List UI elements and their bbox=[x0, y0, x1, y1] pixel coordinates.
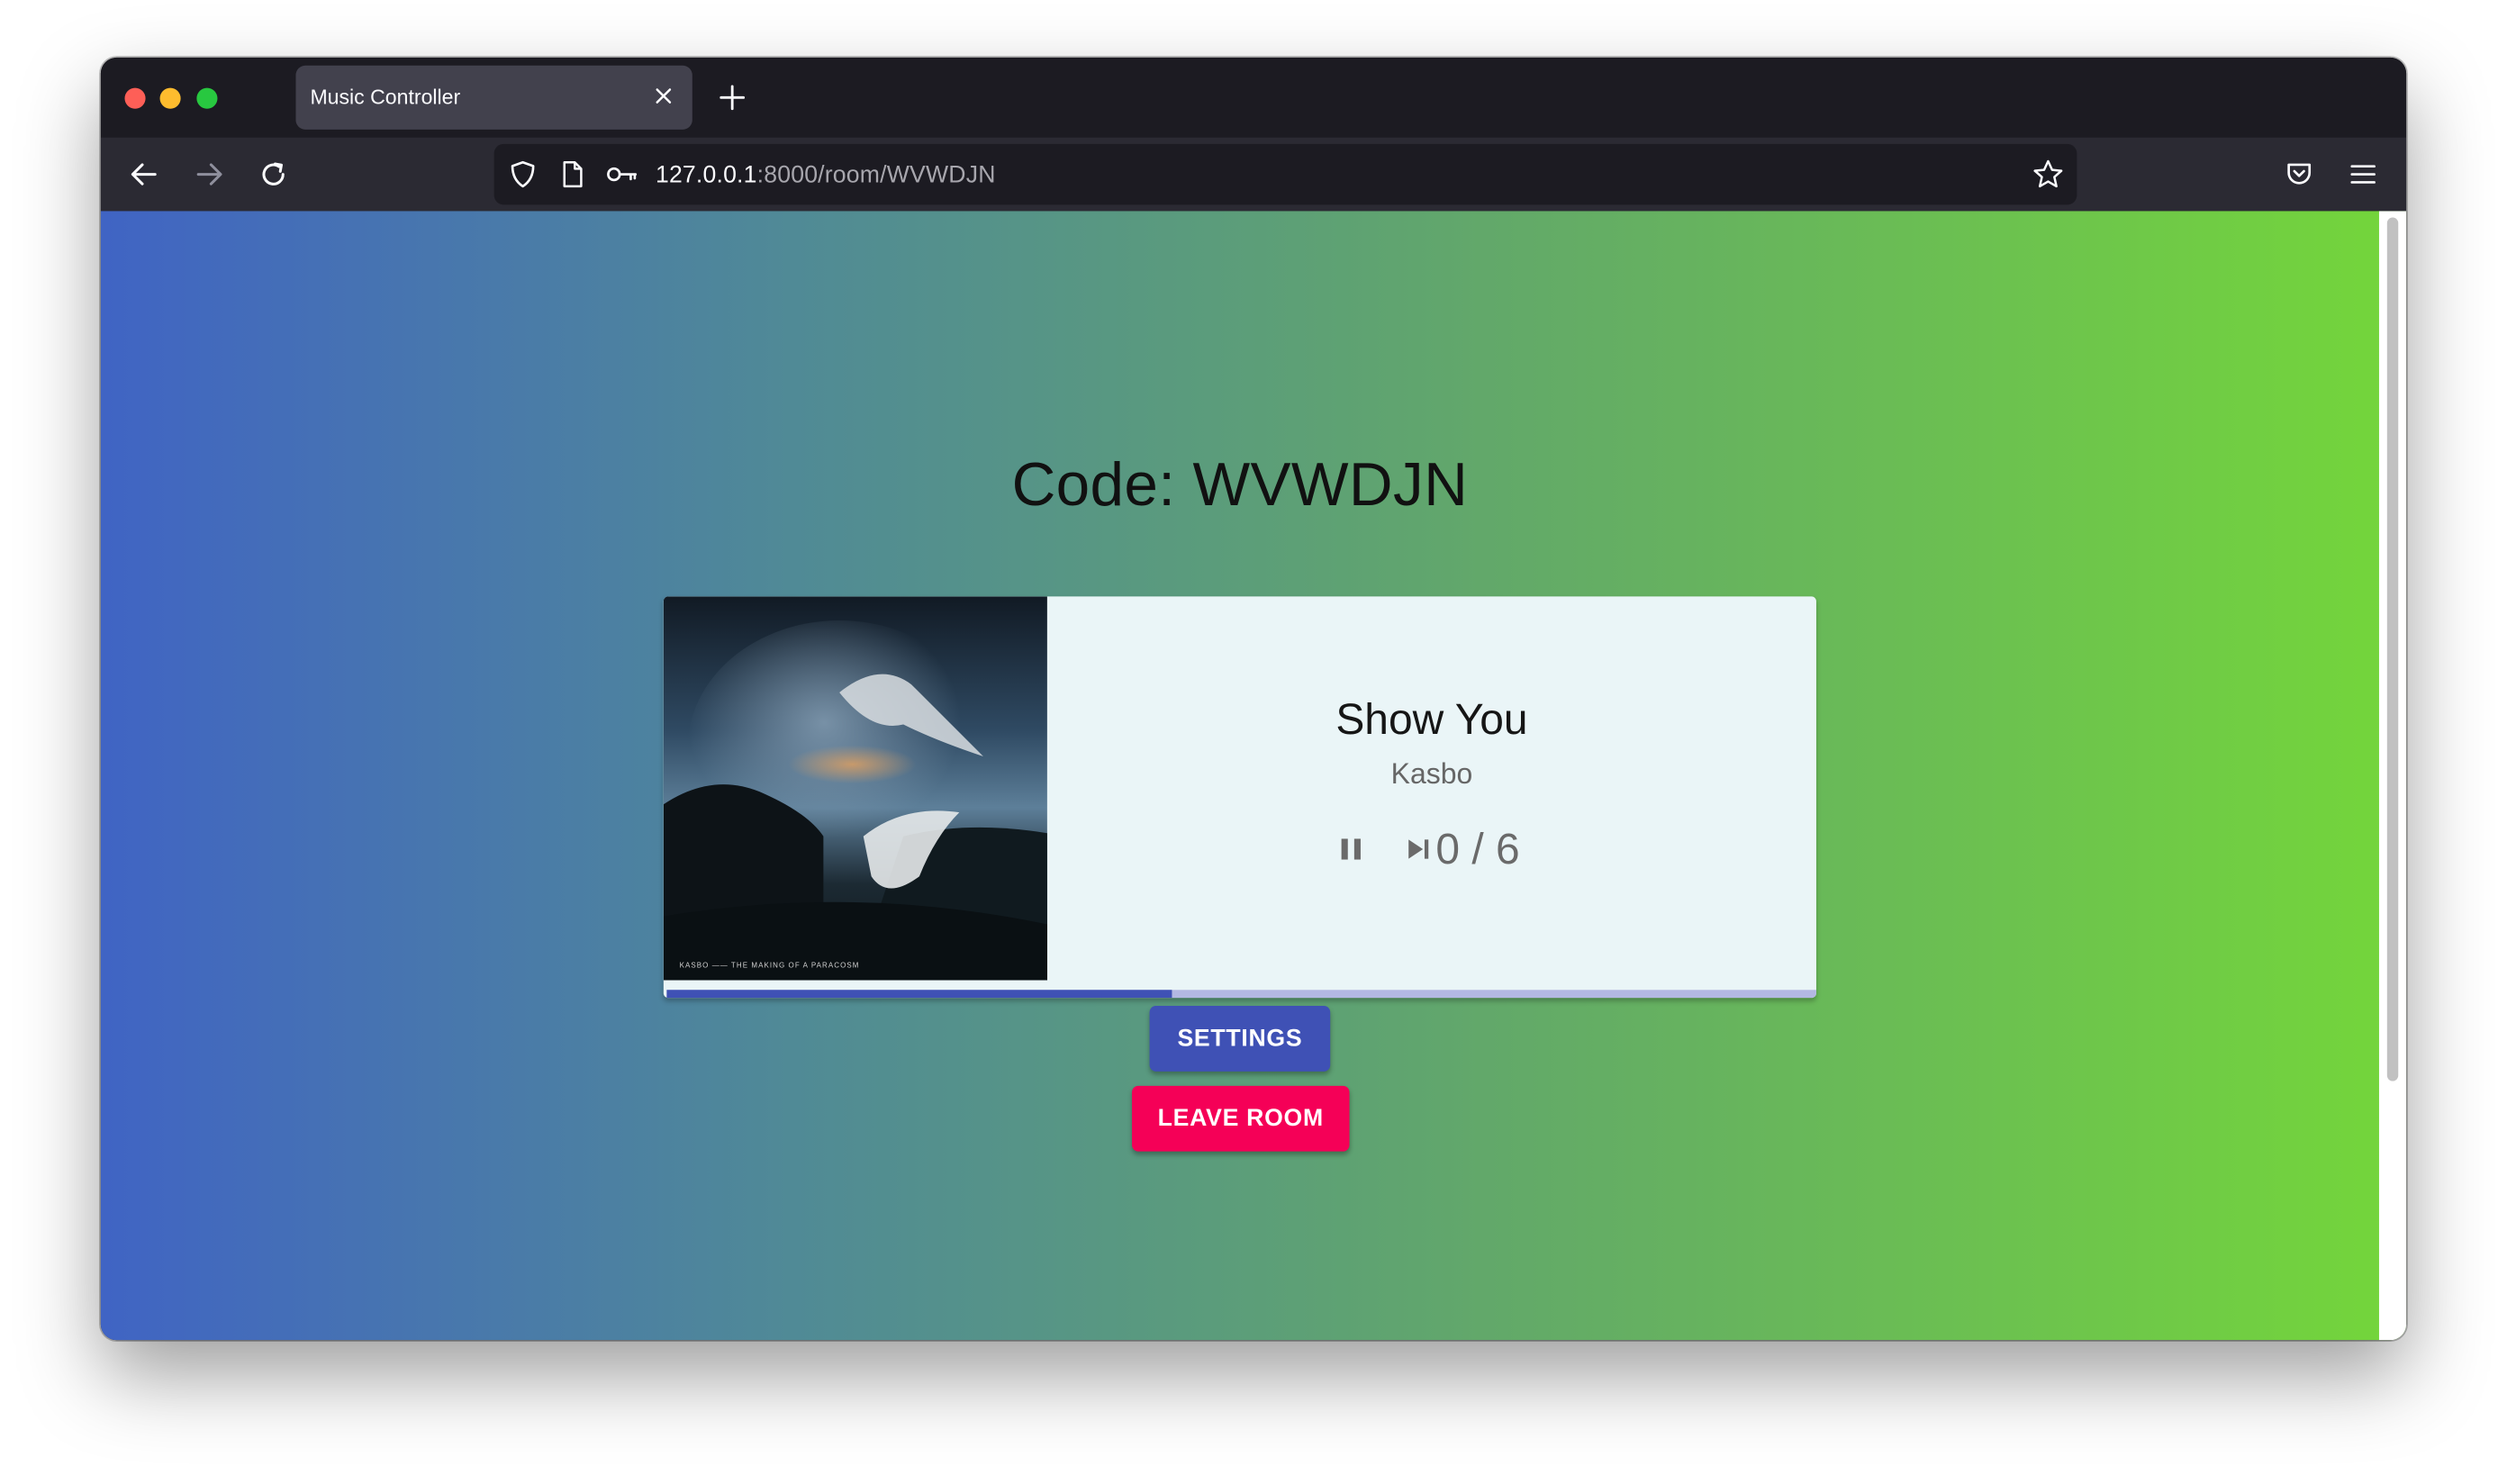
page-icon[interactable] bbox=[557, 158, 589, 191]
browser-window: Music Controller 127.0.0.1:8000/room/WVW… bbox=[100, 57, 2407, 1341]
key-icon[interactable] bbox=[606, 158, 638, 191]
close-window-button[interactable] bbox=[124, 87, 146, 109]
minimize-window-button[interactable] bbox=[159, 87, 181, 109]
close-tab-icon[interactable] bbox=[647, 80, 680, 113]
album-cover-image: KASBO —— THE MAKING OF A PARACOSM bbox=[663, 596, 1047, 981]
url-text[interactable]: 127.0.0.1:8000/room/WVWDJN bbox=[656, 161, 996, 188]
arrow-right-icon[interactable] bbox=[187, 152, 232, 197]
skip-votes-count: 0 / 6 bbox=[1435, 824, 1520, 873]
skip-next-icon[interactable] bbox=[1400, 825, 1435, 873]
hamburger-menu-icon[interactable] bbox=[2340, 152, 2385, 197]
settings-button[interactable]: SETTINGS bbox=[1149, 1006, 1331, 1072]
playback-controls: 0 / 6 bbox=[1327, 824, 1520, 875]
navigation-toolbar: 127.0.0.1:8000/room/WVWDJN bbox=[100, 137, 2407, 212]
tab-music-controller[interactable]: Music Controller bbox=[295, 65, 692, 130]
room-code-heading: Code: WVWDJN bbox=[1011, 452, 1469, 520]
new-tab-plus-icon[interactable] bbox=[713, 78, 752, 117]
song-artist: Kasbo bbox=[1390, 757, 1473, 791]
music-player-card: KASBO —— THE MAKING OF A PARACOSM Show Y… bbox=[663, 596, 1816, 999]
song-title: Show You bbox=[1335, 695, 1528, 744]
scrollbar-thumb[interactable] bbox=[2386, 217, 2399, 1081]
star-icon[interactable] bbox=[2032, 158, 2065, 191]
page-scrollbar[interactable] bbox=[2378, 211, 2407, 1341]
screenshot-stage: Music Controller 127.0.0.1:8000/room/WVW… bbox=[0, 0, 2507, 1484]
song-progress-bar bbox=[666, 990, 1816, 999]
tab-title: Music Controller bbox=[310, 85, 461, 109]
reload-icon[interactable] bbox=[251, 152, 296, 197]
arrow-left-icon[interactable] bbox=[122, 152, 167, 197]
pocket-icon[interactable] bbox=[2276, 152, 2321, 197]
address-bar[interactable]: 127.0.0.1:8000/room/WVWDJN bbox=[493, 143, 2077, 205]
page-content: Code: WVWDJN KASBO —— THE MAKING OF A PA… bbox=[100, 211, 2407, 1341]
url-host: 127.0.0.1 bbox=[655, 161, 757, 189]
song-progress-fill bbox=[666, 990, 1173, 999]
album-caption: KASBO —— THE MAKING OF A PARACOSM bbox=[680, 961, 860, 969]
url-path: :8000/room/WVWDJN bbox=[756, 161, 996, 189]
maximize-window-button[interactable] bbox=[196, 87, 218, 109]
shield-icon[interactable] bbox=[507, 158, 539, 191]
pause-icon[interactable] bbox=[1327, 825, 1375, 873]
leave-room-button[interactable]: LEAVE ROOM bbox=[1132, 1085, 1350, 1152]
title-bar: Music Controller bbox=[100, 57, 2407, 138]
